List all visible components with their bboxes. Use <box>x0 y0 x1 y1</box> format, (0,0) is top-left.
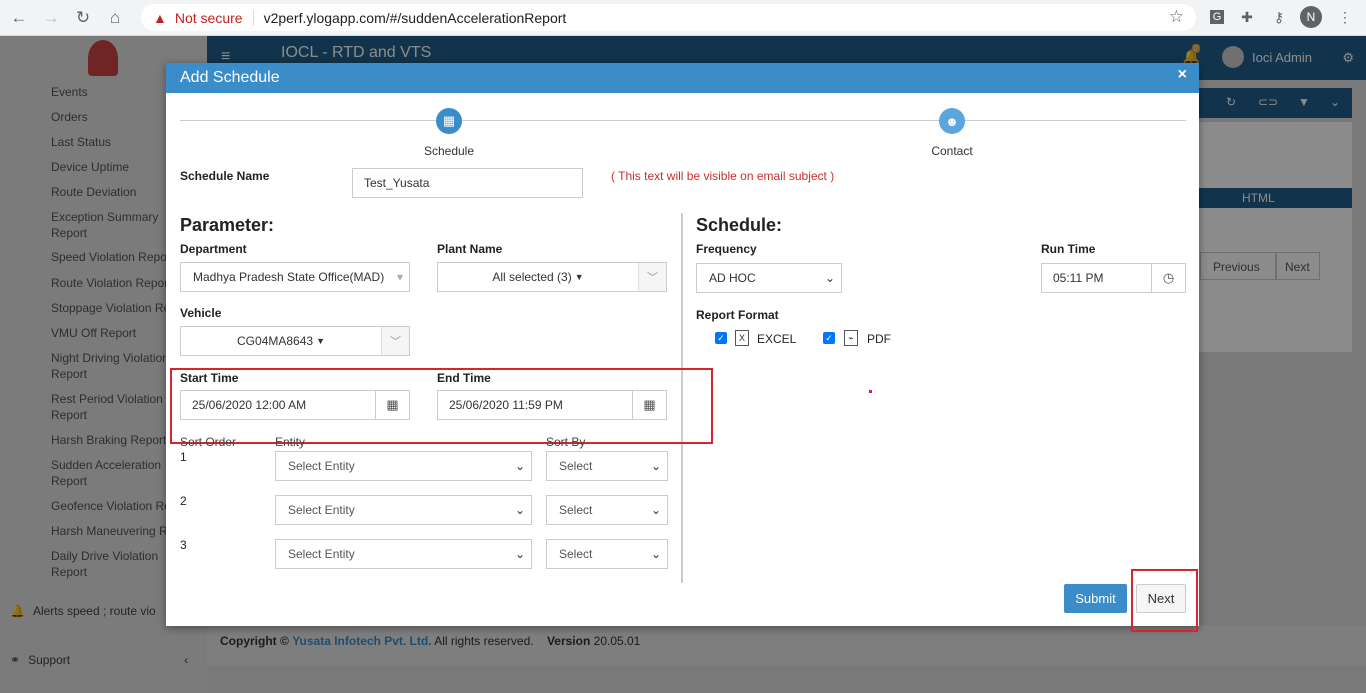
profile-avatar[interactable]: N <box>1300 6 1322 28</box>
step-schedule[interactable]: Schedule <box>399 144 499 158</box>
vehicle-value: CG04MA8643 <box>237 334 314 348</box>
sort-order-label: Sort Order <box>180 435 237 449</box>
sort-order-3: 3 <box>180 538 187 552</box>
key-icon[interactable]: ⚷ <box>1268 6 1290 28</box>
address-bar[interactable]: ▲ Not secure v2perf.ylogapp.com/#/sudden… <box>141 4 1196 31</box>
caret-down-icon: ▼ <box>316 336 325 346</box>
entity-select-1-value: Select Entity <box>288 459 355 473</box>
sort-by-select-1[interactable]: Select ⌄ <box>546 451 668 481</box>
chevron-down-icon[interactable]: ﹀ <box>381 327 409 355</box>
security-label: Not secure <box>174 9 243 26</box>
caret-down-icon: ▼ <box>574 272 584 282</box>
report-format-label: Report Format <box>696 308 779 322</box>
back-icon[interactable]: ← <box>6 5 32 31</box>
step-contact[interactable]: Contact <box>902 144 1002 158</box>
entity-select-3-value: Select Entity <box>288 547 355 561</box>
plant-name-value: All selected (3) <box>492 270 572 284</box>
add-schedule-modal: Add Schedule × ▦ Schedule ☻ Contact Sche… <box>166 63 1199 632</box>
entity-select-3[interactable]: Select Entity ⌄ <box>275 539 532 569</box>
modal-header: Add Schedule × <box>166 63 1199 93</box>
sort-by-select-2-value: Select <box>559 503 593 517</box>
sort-order-2: 2 <box>180 494 187 508</box>
vehicle-label: Vehicle <box>180 306 222 320</box>
wizard-line <box>180 120 1186 121</box>
clock-icon[interactable]: ◷ <box>1151 264 1185 292</box>
chevron-down-icon: ⌄ <box>514 547 525 561</box>
contacts-icon[interactable]: ☻ <box>939 108 965 134</box>
chevron-down-icon: ⌄ <box>824 271 835 285</box>
entity-select-2[interactable]: Select Entity ⌄ <box>275 495 532 525</box>
extension-g-label: G <box>1209 10 1225 24</box>
run-time-input[interactable]: 05:11 PM ◷ <box>1041 263 1186 293</box>
chevron-down-icon: ⌄ <box>650 547 661 561</box>
schedule-name-hint: ( This text will be visible on email sub… <box>611 169 835 183</box>
excel-file-icon: X <box>735 330 749 346</box>
star-icon[interactable]: ☆ <box>1169 7 1184 27</box>
submit-button[interactable]: Submit <box>1064 584 1127 613</box>
modal-title: Add Schedule <box>180 69 280 86</box>
excel-checkbox[interactable]: ✓ <box>715 332 727 344</box>
parameter-title: Parameter: <box>180 215 275 235</box>
browser-toolbar: ← → ↻ ⌂ ▲ Not secure v2perf.ylogapp.com/… <box>0 0 1366 36</box>
frequency-select[interactable]: AD HOC ⌄ <box>696 263 842 293</box>
red-dot-marker <box>869 390 872 393</box>
pdf-file-icon: ⌁ <box>844 330 858 346</box>
chevron-down-icon: ⌄ <box>514 459 525 473</box>
department-label: Department <box>180 242 247 256</box>
sort-by-select-3-value: Select <box>559 547 593 561</box>
more-icon[interactable]: ⋮ <box>1334 6 1356 28</box>
home-icon[interactable]: ⌂ <box>102 5 128 31</box>
sort-by-label: Sort By <box>546 435 586 449</box>
chevron-down-icon: ▾ <box>396 270 403 284</box>
frequency-label: Frequency <box>696 242 757 256</box>
sort-by-select-1-value: Select <box>559 459 593 473</box>
extension-g-icon[interactable]: G <box>1206 6 1228 28</box>
chevron-down-icon: ⌄ <box>650 503 661 517</box>
divider <box>252 9 254 26</box>
sort-by-select-3[interactable]: Select ⌄ <box>546 539 668 569</box>
pdf-label: PDF <box>867 332 891 346</box>
plant-name-label: Plant Name <box>437 242 503 256</box>
chevron-down-icon[interactable]: ﹀ <box>638 263 666 291</box>
schedule-title: Schedule: <box>696 215 783 235</box>
warning-icon: ▲ <box>153 9 167 26</box>
schedule-name-input[interactable]: Test_Yusata <box>352 168 583 198</box>
entity-label: Entity <box>275 435 306 449</box>
excel-label: EXCEL <box>757 332 797 346</box>
run-time-value: 05:11 PM <box>1053 271 1104 285</box>
vehicle-multiselect[interactable]: CG04MA8643 ▼ ﹀ <box>180 326 410 356</box>
time-highlight-box <box>170 368 713 444</box>
close-icon[interactable]: × <box>1178 66 1187 84</box>
entity-select-2-value: Select Entity <box>288 503 355 517</box>
run-time-label: Run Time <box>1041 242 1096 256</box>
pdf-checkbox[interactable]: ✓ <box>823 332 835 344</box>
schedule-name-label: Schedule Name <box>180 169 270 183</box>
chevron-down-icon: ⌄ <box>514 503 525 517</box>
plant-name-multiselect[interactable]: All selected (3) ▼ ﹀ <box>437 262 667 292</box>
entity-select-1[interactable]: Select Entity ⌄ <box>275 451 532 481</box>
calendar-icon[interactable]: ▦ <box>436 108 462 134</box>
department-select[interactable]: Madhya Pradesh State Office(MAD) ▾ <box>180 262 410 292</box>
frequency-value: AD HOC <box>709 271 756 285</box>
chevron-down-icon: ⌄ <box>650 459 661 473</box>
puzzle-icon[interactable]: ✚ <box>1236 6 1258 28</box>
sort-by-select-2[interactable]: Select ⌄ <box>546 495 668 525</box>
next-highlight-box <box>1131 569 1198 632</box>
department-value: Madhya Pradesh State Office(MAD) <box>193 270 385 284</box>
reload-icon[interactable]: ↻ <box>70 5 96 31</box>
forward-icon[interactable]: → <box>38 5 64 31</box>
url-text: v2perf.ylogapp.com/#/suddenAccelerationR… <box>263 9 567 26</box>
sort-order-1: 1 <box>180 450 187 464</box>
